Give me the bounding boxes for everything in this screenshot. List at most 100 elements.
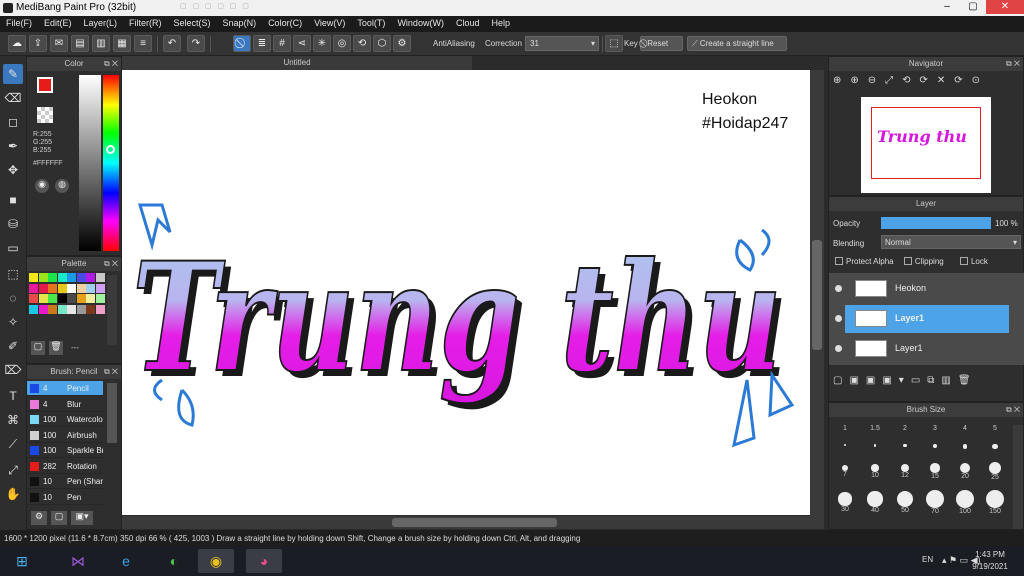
delete-palette-icon[interactable]: 🗑 (49, 341, 63, 355)
brush-item[interactable]: 10 Pen (27, 490, 103, 505)
add-brush-icon[interactable]: ▢ (51, 511, 67, 525)
protect-alpha-checkbox[interactable] (835, 257, 843, 265)
menu-snap[interactable]: Snap(N) (217, 16, 263, 28)
dot-tool-icon[interactable]: ◻ (3, 112, 23, 132)
vertical-scroll-thumb[interactable] (812, 240, 822, 350)
minimize-button[interactable]: – (934, 0, 960, 14)
parallel-snap-icon[interactable]: ≣ (253, 35, 271, 52)
brush-size-cell[interactable]: 5 (981, 425, 1009, 454)
coccoc-icon[interactable]: ◐ (156, 549, 192, 573)
brush-size-cell[interactable]: 7 (831, 456, 859, 485)
list-icon[interactable]: ≡ (134, 35, 152, 52)
reset-button[interactable]: ⃠ Reset (640, 36, 683, 51)
menu-cloud[interactable]: Cloud (450, 16, 486, 28)
cloud-icon[interactable]: ☁ (8, 35, 26, 52)
horizontal-scrollbar[interactable] (122, 516, 824, 529)
palette-swatch[interactable] (95, 304, 105, 314)
palette-swatch[interactable] (95, 273, 105, 282)
pick-tool-icon[interactable]: ⤢ (3, 460, 23, 480)
brush-size-cell[interactable]: 10 (861, 456, 889, 485)
palette-swatch[interactable] (38, 294, 48, 303)
palette-swatch[interactable] (48, 304, 57, 314)
eyedropper-icon[interactable]: ⟋ (3, 434, 23, 454)
clock[interactable]: 1:43 PM 9/19/2021 (962, 549, 1018, 573)
color-picker-icon[interactable]: ◍ (55, 179, 69, 193)
visibility-icon[interactable] (835, 285, 842, 292)
brush-size-cell[interactable]: 15 (921, 456, 949, 485)
brightness-slider[interactable] (79, 75, 101, 251)
grid-snap-icon[interactable]: # (273, 35, 291, 52)
palette-swatch[interactable] (95, 283, 105, 293)
correction-select[interactable]: 31 ▾ (525, 36, 599, 51)
navigator-preview[interactable]: Trung thu (861, 97, 991, 193)
palette-swatch[interactable] (38, 283, 48, 293)
layer-row[interactable]: Layer1 (829, 335, 1024, 363)
canvas[interactable]: Heokon #Hoidap247 Trung thu Trung thu (122, 70, 810, 515)
pen-tool-icon[interactable]: ✒ (3, 136, 23, 156)
brush-item[interactable]: 100 Watercolor (27, 412, 103, 427)
brush-size-cell[interactable]: 2 (891, 425, 919, 454)
magic-wand-icon[interactable]: ✧ (3, 312, 23, 332)
palette-swatch[interactable] (57, 273, 67, 282)
palette-swatch[interactable] (57, 294, 67, 303)
curve-snap-icon[interactable]: ⟲ (353, 35, 371, 52)
upload-icon[interactable]: ⇪ (29, 35, 47, 52)
move-tool-icon[interactable]: ✥ (3, 160, 23, 180)
bucket-tool-icon[interactable]: ⛁ (3, 214, 23, 234)
palette-swatch[interactable] (38, 273, 48, 282)
brush-size-cell[interactable]: 20 (951, 456, 979, 485)
palette-swatch[interactable] (86, 294, 95, 303)
brush-size-cell[interactable]: 25 (981, 456, 1009, 485)
panel-close-icon[interactable]: ⧉ ✕ (1006, 57, 1020, 71)
vertical-scrollbar[interactable] (810, 70, 824, 516)
brush-settings-icon[interactable]: ⚙ (31, 511, 47, 525)
palette-swatch[interactable] (48, 283, 57, 293)
menu-filter[interactable]: Filter(R) (123, 16, 168, 28)
palette-swatch[interactable] (76, 294, 86, 303)
hand-tool-icon[interactable]: ✋ (3, 484, 23, 504)
palette-swatch[interactable] (95, 294, 105, 303)
brush-size-cell[interactable]: 40 (861, 487, 889, 516)
medibang-icon[interactable]: ◕ (246, 549, 282, 573)
palette-swatch[interactable] (57, 304, 67, 314)
brush-size-cell[interactable]: 30 (831, 487, 859, 516)
brush-size-cell[interactable]: 1 (831, 425, 859, 454)
brush-item[interactable]: 4 Blur (27, 397, 103, 412)
brush-item[interactable]: 100 Airbrush (27, 428, 103, 443)
template-icon[interactable]: ▦ (113, 35, 131, 52)
close-button[interactable]: ✕ (986, 0, 1024, 14)
palette-swatch[interactable] (86, 273, 95, 282)
palette-swatch[interactable] (29, 304, 38, 314)
text-tool-icon[interactable]: T (3, 386, 23, 406)
polygon-snap-icon[interactable]: ⬡ (373, 35, 391, 52)
visual-studio-icon[interactable]: ⋈ (60, 549, 96, 573)
palette-scrollbar[interactable] (107, 275, 117, 345)
visibility-icon[interactable] (835, 315, 842, 322)
panel-close-icon[interactable]: ⧉ ✕ (104, 257, 118, 271)
vanishing-snap-icon[interactable]: ⋖ (293, 35, 311, 52)
gradient-tool-icon[interactable]: ▭ (3, 238, 23, 258)
straight-line-button[interactable]: ⟋ Create a straight line (687, 36, 787, 51)
settings-icon[interactable]: ⚙ (393, 35, 411, 52)
brush-size-scrollbar[interactable] (1013, 425, 1023, 529)
hue-slider[interactable] (103, 75, 119, 251)
palette-swatch[interactable] (29, 283, 38, 293)
palette-swatch[interactable] (38, 304, 48, 314)
menu-help[interactable]: Help (485, 16, 516, 28)
brush-item[interactable]: 100 Sparkle Brush (27, 443, 103, 458)
opacity-slider[interactable] (881, 217, 991, 229)
menu-view[interactable]: View(V) (308, 16, 351, 28)
chat-icon[interactable]: ✉ (50, 35, 68, 52)
menu-file[interactable]: File(F) (0, 16, 38, 28)
brush-item[interactable]: 10 Pen (Sharp) (27, 474, 103, 489)
new-file-icon[interactable]: ▤ (71, 35, 89, 52)
add-palette-icon[interactable]: ▢ (31, 341, 45, 355)
redo-icon[interactable]: ↷ (187, 35, 205, 52)
brush-size-cell[interactable]: 50 (891, 487, 919, 516)
panel-close-icon[interactable]: ⧉ ✕ (104, 365, 118, 379)
palette-swatch[interactable] (67, 273, 76, 282)
select-pen-icon[interactable]: ✐ (3, 336, 23, 356)
palette-swatch[interactable] (48, 273, 57, 282)
layer-row[interactable]: Layer1 (835, 305, 1009, 333)
brush-size-cell[interactable]: 100 (951, 487, 979, 516)
